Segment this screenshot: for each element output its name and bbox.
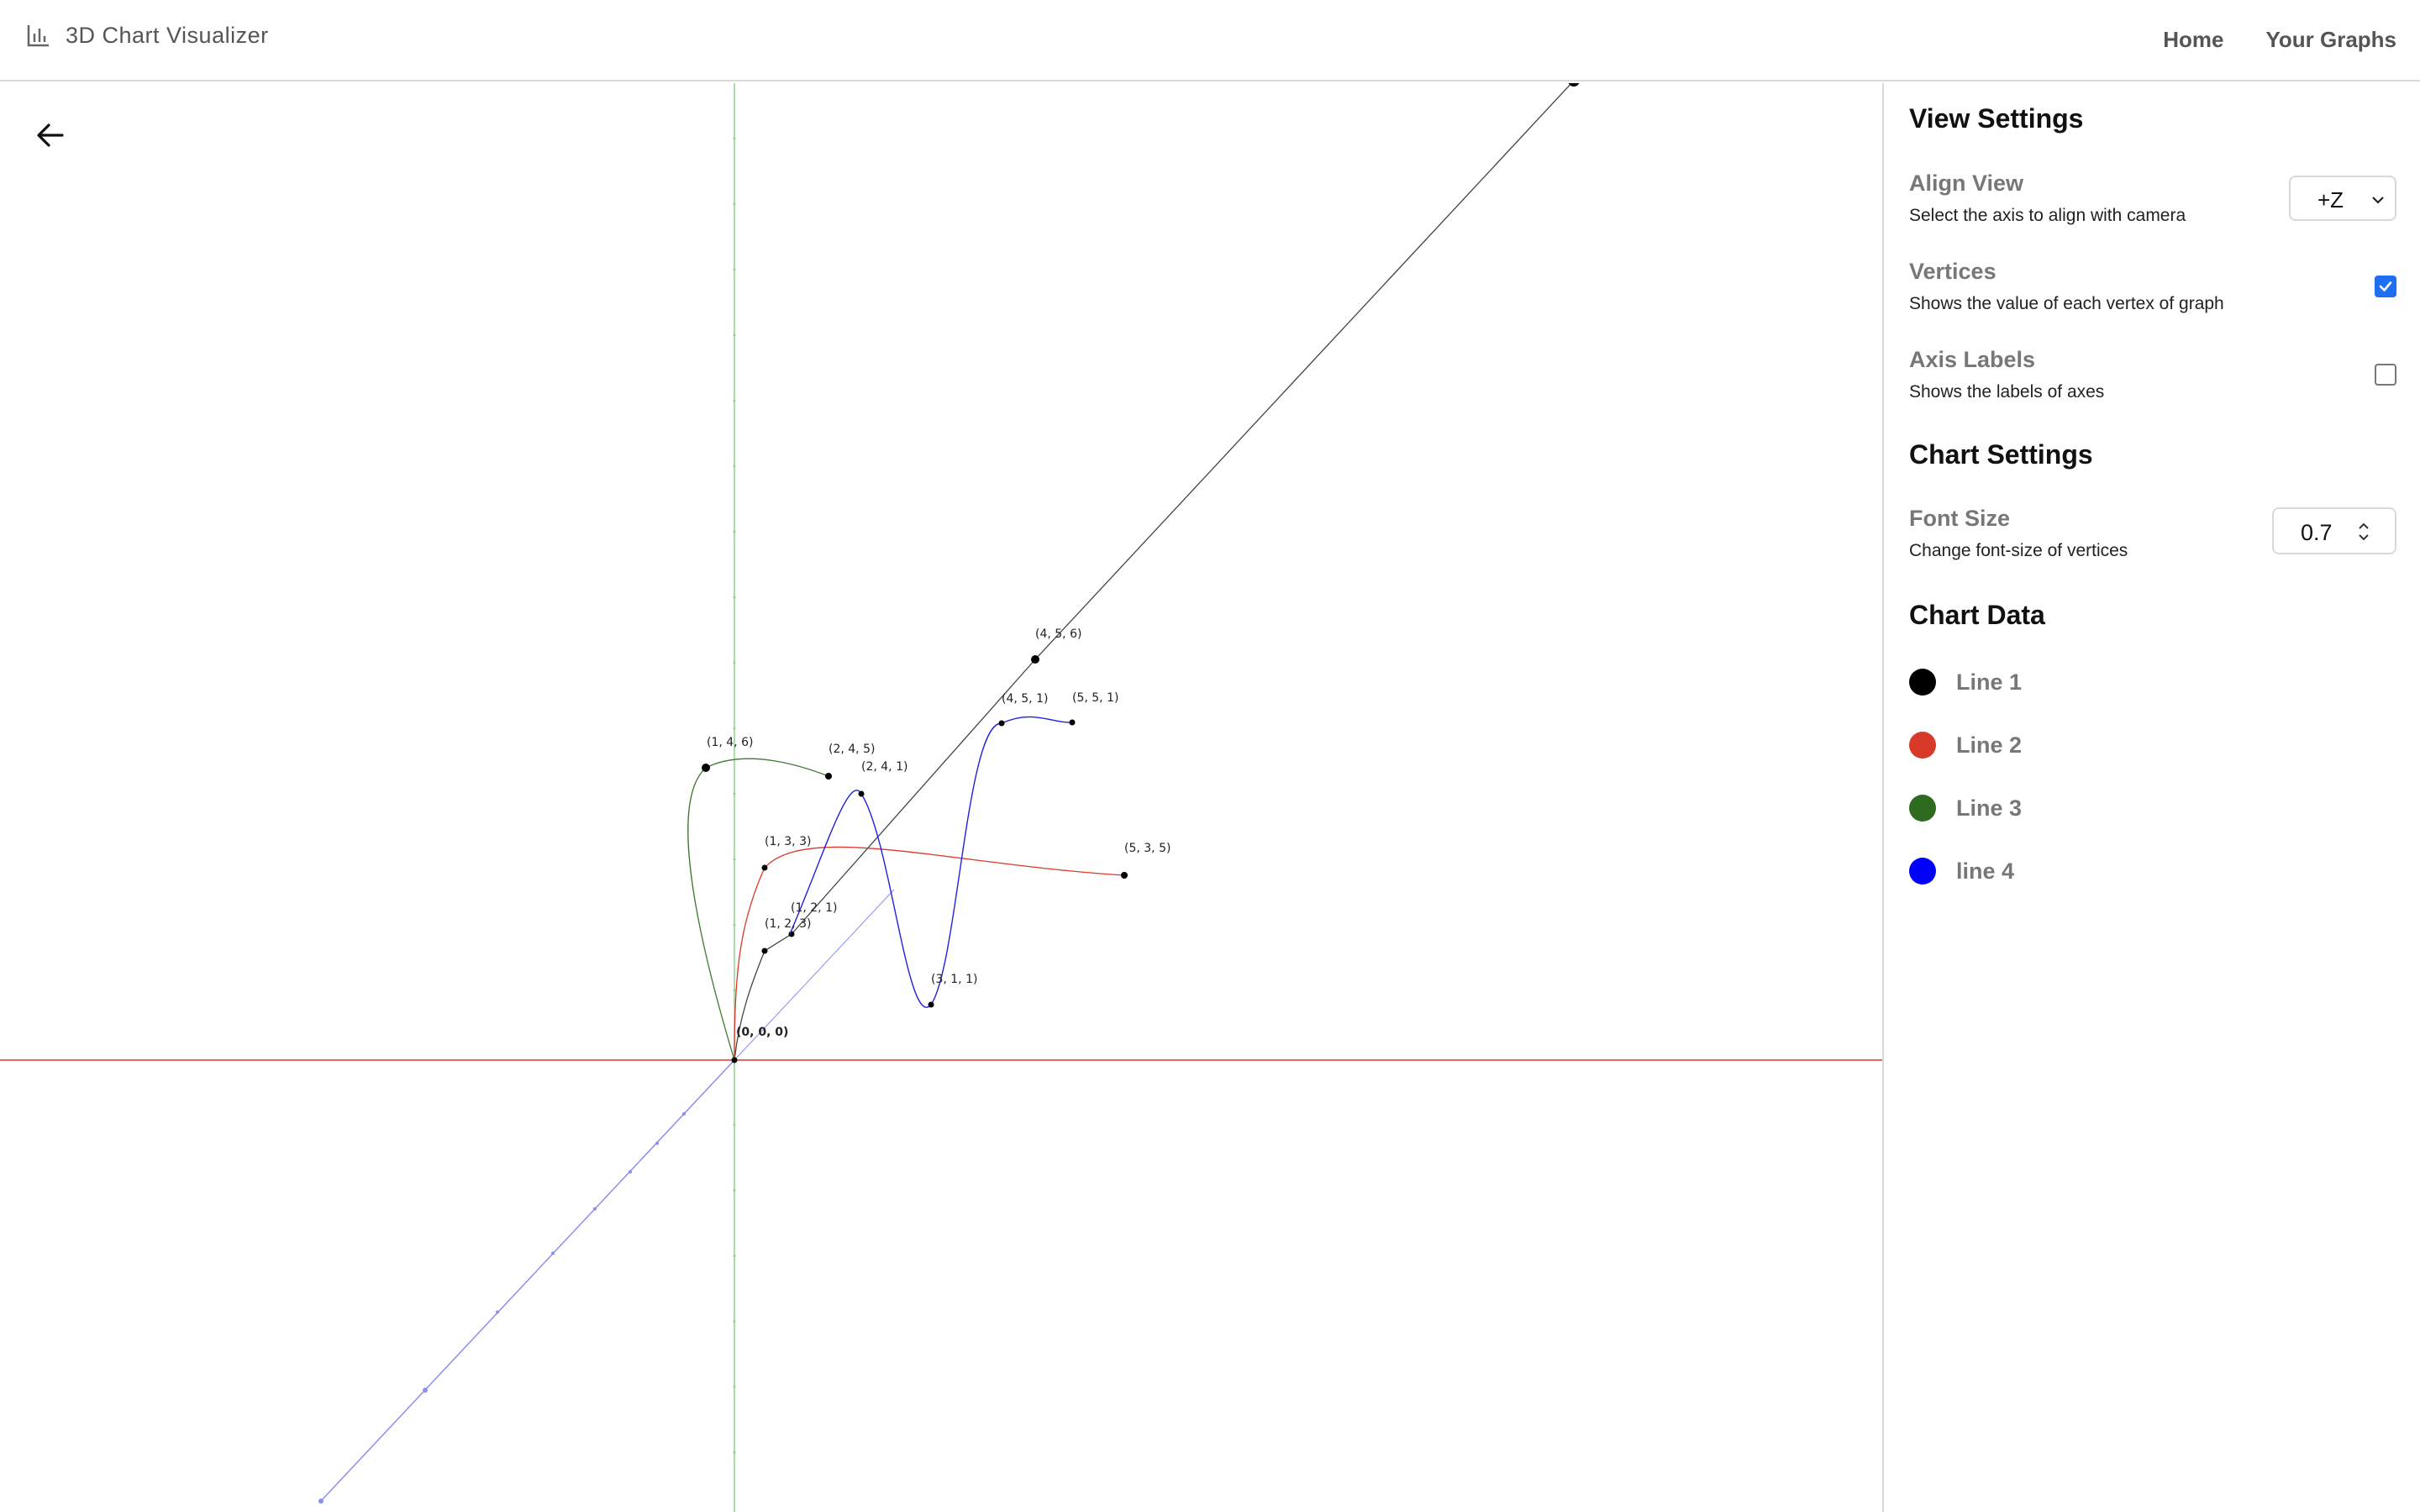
chart-scene[interactable]: (0, 0, 0) (4, 5, 6) (4, 5, 1) (5, 5, 1) … — [0, 83, 1882, 1512]
font-size-label: Font Size — [1909, 506, 2010, 531]
align-view-label: Align View — [1909, 171, 2024, 196]
font-size-desc: Change font-size of vertices — [1909, 541, 2128, 560]
nav-home-link[interactable]: Home — [2163, 27, 2223, 53]
series-item-line-4[interactable]: line 4 — [1909, 854, 2014, 888]
settings-sidebar: View Settings Align View Select the axis… — [1882, 83, 2420, 1512]
axis-labels-desc: Shows the labels of axes — [1909, 382, 2105, 402]
axis-labels-label: Axis Labels — [1909, 347, 2036, 372]
series-line-2[interactable] — [734, 846, 1125, 1061]
vertices-desc: Shows the value of each vertex of graph — [1909, 294, 2224, 313]
app-title: 3D Chart Visualizer — [66, 22, 269, 48]
chevron-down-icon — [2372, 197, 2384, 204]
align-view-select[interactable]: +Z — [2289, 176, 2396, 221]
z-axis — [318, 1059, 735, 1504]
vertex-label: (1, 2, 1) — [791, 901, 837, 915]
vertex-label: (1, 3, 3) — [765, 835, 811, 848]
vertex-label: (3, 1, 1) — [931, 973, 977, 986]
bar-chart-icon — [27, 25, 49, 47]
series-name: Line 1 — [1956, 669, 2023, 695]
nav-your-graphs-link[interactable]: Your Graphs — [2265, 27, 2396, 53]
series-color-dot — [1909, 858, 1936, 885]
series-line-1-vertices — [761, 83, 1580, 954]
main-nav: Home Your Graphs — [2163, 27, 2396, 53]
origin-vertex — [731, 1057, 738, 1063]
series-item-line-1[interactable]: Line 1 — [1909, 665, 2022, 699]
align-view-desc: Select the axis to align with camera — [1909, 206, 2186, 225]
vertex-labels: (4, 5, 6) (4, 5, 1) (5, 5, 1) (1, 4, 6) … — [707, 627, 1171, 986]
series-name: Line 3 — [1956, 795, 2023, 821]
align-view-setting: Align View Select the axis to align with… — [1909, 171, 2396, 229]
series-name: Line 2 — [1956, 732, 2023, 758]
series-item-line-2[interactable]: Line 2 — [1909, 728, 2022, 762]
series-name: line 4 — [1956, 858, 2015, 884]
origin-label: (0, 0, 0) — [736, 1026, 788, 1039]
vertices-setting: Vertices Shows the value of each vertex … — [1909, 259, 2396, 318]
series-color-dot — [1909, 795, 1936, 822]
top-navbar: 3D Chart Visualizer Home Your Graphs — [0, 0, 2420, 81]
series-color-dot — [1909, 669, 1936, 696]
series-line-3-vertices — [702, 764, 832, 780]
vertex-label: (1, 2, 3) — [765, 917, 811, 931]
font-size-input[interactable]: 0.7 — [2272, 507, 2396, 554]
series-color-dot — [1909, 732, 1936, 759]
font-size-value: 0.7 — [2301, 520, 2333, 545]
view-settings-title: View Settings — [1909, 103, 2084, 134]
vertex-label: (2, 4, 1) — [861, 760, 908, 774]
axis-labels-checkbox[interactable] — [2375, 364, 2396, 386]
vertices-checkbox[interactable] — [2375, 276, 2396, 297]
checkmark-icon — [2379, 281, 2392, 291]
arrow-left-icon[interactable] — [32, 117, 69, 154]
axis-labels-setting: Axis Labels Shows the labels of axes — [1909, 347, 2396, 406]
chart-canvas[interactable]: (0, 0, 0) (4, 5, 6) (4, 5, 1) (5, 5, 1) … — [0, 83, 1882, 1512]
chart-data-title: Chart Data — [1909, 600, 2045, 630]
brand[interactable]: 3D Chart Visualizer — [25, 22, 269, 49]
vertex-label: (4, 5, 1) — [1002, 692, 1048, 706]
series-item-line-3[interactable]: Line 3 — [1909, 791, 2022, 825]
chart-settings-title: Chart Settings — [1909, 439, 2093, 470]
vertex-label: (5, 3, 5) — [1124, 842, 1171, 855]
font-size-setting: Font Size Change font-size of vertices 0… — [1909, 506, 2396, 564]
vertex-label: (1, 4, 6) — [707, 736, 753, 749]
vertex-label: (5, 5, 1) — [1072, 691, 1118, 705]
vertex-label: (4, 5, 6) — [1035, 627, 1081, 641]
stepper-icon[interactable] — [2354, 516, 2373, 548]
align-view-value: +Z — [2317, 187, 2344, 213]
vertices-label: Vertices — [1909, 259, 1996, 284]
series-line-1[interactable] — [734, 83, 1574, 1061]
vertex-label: (2, 4, 5) — [829, 743, 875, 756]
series-line-4[interactable] — [789, 716, 1073, 1008]
